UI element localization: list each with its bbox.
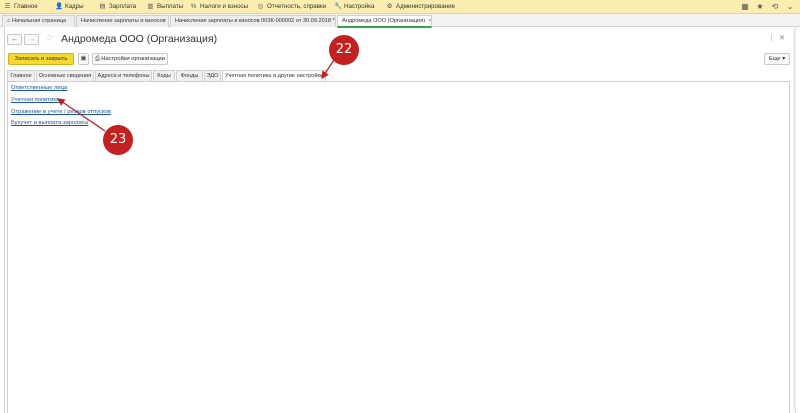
menu-label: Зарплата [109,3,137,10]
menu-item-main[interactable]: ☰ Главное [4,0,38,14]
menu-item-taxes[interactable]: % Налоги и взносы [190,0,248,14]
tab-payroll-document[interactable]: Начисление зарплаты и взносов 003К-00000… [170,15,336,27]
save-icon[interactable]: ▣ [78,53,89,65]
chevron-down-icon[interactable]: ⌄ [785,0,795,14]
tab-label: Андромеда ООО (Организация) [342,18,426,24]
more-button[interactable]: Еще ▾ [764,53,790,65]
page-title: Андромеда ООО (Организация) [61,33,218,45]
percent-icon: % [190,3,197,10]
tab-home[interactable]: ⌂ Начальная страница [2,15,75,27]
person-icon: 👤 [55,3,64,10]
menu-label: Настройка [344,3,375,10]
menu-label: Выплаты [157,3,184,10]
annotation-badge-23: 23 [103,125,133,155]
save-and-close-button[interactable]: Записать и закрыть [8,53,74,65]
menu-label: Отчетность, справки [267,3,327,10]
close-form-icon[interactable]: ✕ [779,33,785,45]
star-icon[interactable]: ★ [755,0,765,14]
close-icon[interactable]: × [428,18,431,24]
payments-icon: ▥ [147,3,154,10]
menu-item-settings[interactable]: 🔧 Настройка [334,0,374,14]
tab-payroll-list[interactable]: Начисление зарплаты и взносов× [76,15,169,27]
menu-item-salary[interactable]: ▤ Зарплата [99,0,136,14]
menu-item-hr[interactable]: 👤 Кадры [55,0,84,14]
more-vertical-icon[interactable]: ⋮ [768,33,775,45]
tab-addresses[interactable]: Адреса и телефоны [95,70,152,81]
tab-main[interactable]: Главное [7,70,35,81]
tab-edo[interactable]: ЭДО [204,70,221,81]
organization-settings-button[interactable]: ⎙ Настройки организации [92,53,168,65]
chevron-down-icon: ▾ [780,56,786,62]
tab-basic-info[interactable]: Основные сведения [36,70,94,81]
menu-icon: ☰ [4,3,11,10]
back-button[interactable]: ← [7,34,22,45]
menu-item-payments[interactable]: ▥ Выплаты [147,0,183,14]
menu-label: Администрирование [396,3,456,10]
tab-codes[interactable]: Коды [153,70,175,81]
favorite-star-icon[interactable]: ☆ [45,33,54,45]
menu-label: Налоги и взносы [200,3,249,10]
salary-icon: ▤ [99,3,106,10]
menu-item-admin[interactable]: ⚙ Администрирование [386,0,455,14]
tab-label: Начисление зарплаты и взносов [81,18,166,24]
grid-icon[interactable]: ▦ [740,0,750,14]
history-icon[interactable]: ⟲ [770,0,780,14]
link-accounting-policy[interactable]: Учетная политика [11,96,59,104]
settings-button-label: Настройки организации [101,56,166,62]
arrow-right-icon: → [28,36,35,43]
link-vacation-reserve[interactable]: Отражение в учете / резерв отпусков [11,108,111,116]
menu-label: Кадры [65,3,84,10]
gear-icon: ⚙ [386,3,393,10]
annotation-badge-22: 22 [329,35,359,65]
tab-label: Начисление зарплаты и взносов 003К-00000… [175,18,335,24]
menu-item-reports[interactable]: ◎ Отчетность, справки [257,0,327,14]
tab-label: Начальная страница [11,18,67,24]
reports-icon: ◎ [257,3,264,10]
menu-label: Главное [14,3,38,10]
forward-button[interactable]: → [24,34,39,45]
link-payroll-accounting[interactable]: Бухучет и выплата зарплаты [11,119,88,127]
open-windows-bar: ⌂ Начальная страница Начисление зарплаты… [0,14,800,28]
scrollbar[interactable] [793,30,796,410]
link-responsible-persons[interactable]: Ответственные лица [11,84,67,92]
arrow-left-icon: ← [11,36,18,43]
wrench-icon: 🔧 [334,3,343,10]
more-button-label: Еще [768,56,781,62]
main-menu-bar: ☰ Главное 👤 Кадры ▤ Зарплата ▥ Выплаты % Нало… [0,0,800,14]
tab-funds[interactable]: Фонды [176,70,203,81]
